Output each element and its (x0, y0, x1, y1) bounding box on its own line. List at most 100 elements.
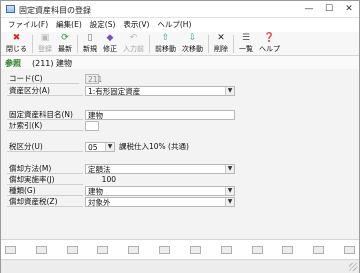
edit-pencil-icon: ◆ (106, 33, 114, 43)
title-bar[interactable]: 固定資産科目の登録 — ☐ ✕ (1, 1, 359, 18)
toolbar-separator (208, 35, 209, 53)
arrow-up-icon: ⇧ (161, 33, 170, 43)
new-button-label: 新規 (83, 45, 97, 53)
function-key-button[interactable] (282, 246, 294, 254)
delete-button[interactable]: ✕ 削除 (211, 32, 231, 56)
close-x-icon: ✖ (12, 33, 21, 43)
refresh-button-label: 最新 (58, 45, 72, 53)
maximize-button[interactable]: ☐ (319, 1, 339, 18)
toolbar: ✖ 閉じる ▣ 登録 ⟳ 最新 ▯ 新規 ◆ 修正 ↶ 入力前 ⇧ 前移動 ⇩ … (1, 32, 359, 56)
depr-method-select[interactable]: 定額法 ▼ (85, 164, 235, 174)
refresh-icon: ⟳ (61, 33, 69, 43)
delete-x-icon: ✕ (217, 33, 225, 43)
chevron-down-icon[interactable]: ▼ (225, 87, 234, 95)
depr-rate-label: 償却実施率(J) (7, 175, 83, 185)
help-button-label: ヘルプ (259, 45, 280, 53)
prev-record-button-label: 前移動 (155, 45, 176, 53)
depr-rate-input[interactable]: 100 (85, 175, 119, 185)
chevron-down-icon[interactable]: ▼ (105, 143, 114, 151)
function-key-button[interactable] (128, 246, 140, 254)
kind-select[interactable]: 建物 ▼ (85, 186, 235, 196)
kind-label: 種類(G) (7, 186, 83, 196)
toolbar-separator (32, 35, 33, 53)
input-prev-button-label: 入力前 (123, 45, 144, 53)
function-key-button[interactable] (159, 246, 171, 254)
help-button[interactable]: ❓ ヘルプ (256, 32, 283, 56)
app-icon (6, 5, 15, 13)
menu-bar: ファイル(F) 編集(E) 設定(S) 表示(V) ヘルプ(H) (1, 18, 359, 32)
edit-button-label: 修正 (103, 45, 117, 53)
function-key-button[interactable] (220, 246, 232, 254)
menu-file[interactable]: ファイル(F) (4, 18, 52, 32)
asset-class-value: 1:有形固定資産 (88, 87, 141, 96)
depr-method-value: 定額法 (88, 165, 111, 174)
refresh-button[interactable]: ⟳ 最新 (55, 32, 75, 56)
function-key-button[interactable] (189, 246, 201, 254)
help-book-icon: ❓ (263, 33, 276, 43)
form-area: コード(C) 211 資産区分(A) 1:有形固定資産 ▼ 固定資産科目名(N)… (1, 69, 359, 239)
item-name-label: 固定資産科目名(N) (7, 110, 83, 120)
tax-class-select[interactable]: 05 ▼ (85, 142, 115, 152)
window-title: 固定資産科目の登録 (19, 6, 91, 15)
close-window-button[interactable]: ✕ (339, 1, 359, 18)
kana-label: ｶﾅ索引(K) (7, 121, 83, 131)
input-prev-button[interactable]: ↶ 入力前 (120, 32, 147, 56)
next-record-button[interactable]: ⇩ 次移動 (179, 32, 206, 56)
function-key-button[interactable] (343, 246, 355, 254)
code-field: 211 (85, 74, 102, 84)
tax-class-description: 課税仕入10% (共通) (119, 142, 189, 151)
asset-class-label: 資産区分(A) (7, 86, 83, 96)
function-key-button[interactable] (35, 246, 47, 254)
register-button-label: 登録 (38, 45, 52, 53)
menu-edit[interactable]: 編集(E) (52, 18, 86, 32)
list-button[interactable]: ☰ 一覧 (236, 32, 256, 56)
prev-record-button[interactable]: ⇧ 前移動 (152, 32, 179, 56)
toolbar-separator (77, 35, 78, 53)
chevron-down-icon[interactable]: ▼ (225, 165, 234, 173)
minimize-button[interactable]: — (299, 1, 319, 18)
menu-help[interactable]: ヘルプ(H) (153, 18, 195, 32)
register-button[interactable]: ▣ 登録 (35, 32, 55, 56)
function-key-button[interactable] (313, 246, 325, 254)
toolbar-separator (233, 35, 234, 53)
mode-label: 参照 (5, 59, 21, 68)
depr-method-label: 償却方法(M) (7, 164, 83, 174)
close-button-label: 閉じる (6, 45, 27, 53)
disk-icon: ▣ (40, 33, 50, 43)
undo-icon: ↶ (129, 33, 138, 43)
function-key-button[interactable] (251, 246, 263, 254)
record-title: (211) 建物 (32, 59, 73, 68)
edit-button[interactable]: ◆ 修正 (100, 32, 120, 56)
function-key-button[interactable] (97, 246, 109, 254)
chevron-down-icon[interactable]: ▼ (225, 187, 234, 195)
function-key-button[interactable] (5, 246, 16, 254)
arrow-down-icon: ⇩ (188, 33, 197, 43)
list-button-label: 一覧 (239, 45, 253, 53)
code-label: コード(C) (7, 74, 79, 84)
resize-grip-icon[interactable] (349, 263, 357, 271)
chevron-down-icon[interactable]: ▼ (225, 198, 234, 206)
close-button[interactable]: ✖ 閉じる (3, 32, 30, 56)
new-button[interactable]: ▯ 新規 (80, 32, 100, 56)
function-key-button[interactable] (66, 246, 78, 254)
toolbar-separator (149, 35, 150, 53)
kind-value: 建物 (88, 187, 103, 196)
item-name-input[interactable]: 建物 (85, 110, 235, 120)
depr-tax-value: 対象外 (88, 198, 111, 207)
kana-input[interactable] (85, 121, 99, 131)
tax-class-code: 05 (88, 143, 98, 152)
window-controls: — ☐ ✕ (299, 1, 359, 18)
asset-class-select[interactable]: 1:有形固定資産 ▼ (85, 86, 235, 96)
next-record-button-label: 次移動 (182, 45, 203, 53)
menu-view[interactable]: 表示(V) (119, 18, 153, 32)
depr-tax-select[interactable]: 対象外 ▼ (85, 197, 235, 207)
delete-button-label: 削除 (214, 45, 228, 53)
menu-settings[interactable]: 設定(S) (86, 18, 120, 32)
list-icon: ☰ (241, 33, 251, 43)
status-bar (1, 259, 359, 273)
function-key-bar (1, 239, 359, 259)
depr-tax-label: 償却資産税(Z) (7, 197, 83, 207)
tax-class-label: 税区分(U) (7, 142, 83, 152)
new-document-icon: ▯ (87, 33, 93, 43)
app-window: 固定資産科目の登録 — ☐ ✕ ファイル(F) 編集(E) 設定(S) 表示(V… (0, 0, 360, 273)
